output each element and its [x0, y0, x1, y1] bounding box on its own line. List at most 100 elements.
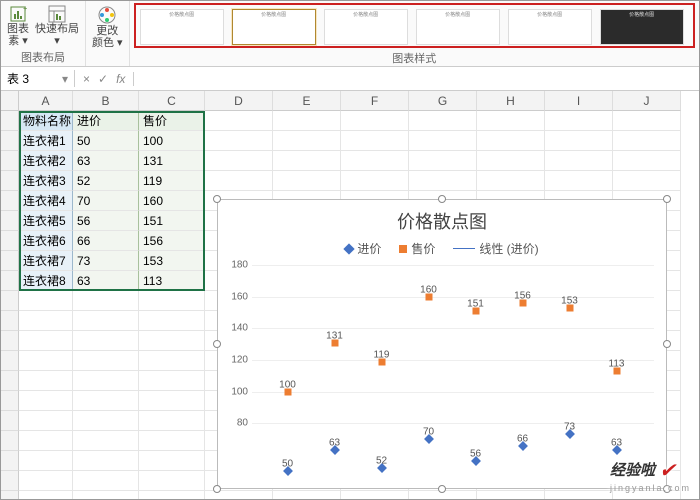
cell[interactable]: 连衣裙3 — [19, 171, 73, 191]
row-header[interactable] — [1, 151, 19, 171]
chart-object[interactable]: 价格散点图 进价 售价 线性 (进价) 18016014012010080506… — [217, 199, 667, 489]
cell[interactable] — [341, 171, 409, 191]
column-header[interactable]: G — [409, 91, 477, 111]
row-header[interactable] — [1, 451, 19, 471]
column-header[interactable]: E — [273, 91, 341, 111]
column-header[interactable]: C — [139, 91, 205, 111]
cell[interactable] — [73, 451, 139, 471]
cell[interactable] — [477, 111, 545, 131]
cell[interactable] — [139, 351, 205, 371]
cell[interactable]: 160 — [139, 191, 205, 211]
cell[interactable] — [273, 111, 341, 131]
cell[interactable] — [73, 471, 139, 491]
cell[interactable] — [273, 131, 341, 151]
row-header[interactable] — [1, 411, 19, 431]
cell[interactable] — [139, 311, 205, 331]
cell[interactable] — [73, 291, 139, 311]
cell[interactable]: 153 — [139, 251, 205, 271]
cell[interactable] — [545, 111, 613, 131]
row-header[interactable] — [1, 331, 19, 351]
cell[interactable] — [409, 171, 477, 191]
cell[interactable] — [477, 171, 545, 191]
cell[interactable] — [545, 171, 613, 191]
cell[interactable]: 连衣裙4 — [19, 191, 73, 211]
cell[interactable] — [19, 411, 73, 431]
cell[interactable] — [409, 151, 477, 171]
column-header[interactable]: F — [341, 91, 409, 111]
cell[interactable] — [205, 171, 273, 191]
cell[interactable]: 70 — [73, 191, 139, 211]
cell[interactable] — [477, 131, 545, 151]
cell[interactable]: 156 — [139, 231, 205, 251]
cell[interactable]: 63 — [73, 271, 139, 291]
cell[interactable]: 售价 — [139, 111, 205, 131]
cell[interactable] — [545, 491, 613, 499]
row-header[interactable] — [1, 371, 19, 391]
row-header[interactable] — [1, 491, 19, 499]
cell[interactable] — [19, 371, 73, 391]
cell[interactable] — [73, 311, 139, 331]
cell[interactable] — [613, 111, 681, 131]
cell[interactable] — [139, 491, 205, 499]
cancel-icon[interactable]: × — [83, 72, 90, 86]
cell[interactable]: 进价 — [73, 111, 139, 131]
cell[interactable]: 113 — [139, 271, 205, 291]
cell[interactable] — [73, 411, 139, 431]
row-header[interactable] — [1, 191, 19, 211]
cell[interactable] — [139, 331, 205, 351]
quick-layout-button[interactable]: 快速布局 ▾ — [35, 5, 79, 47]
cell[interactable]: 连衣裙5 — [19, 211, 73, 231]
column-header[interactable]: H — [477, 91, 545, 111]
cell[interactable] — [139, 471, 205, 491]
cell[interactable] — [139, 391, 205, 411]
cell[interactable]: 连衣裙7 — [19, 251, 73, 271]
cell[interactable]: 连衣裙8 — [19, 271, 73, 291]
row-header[interactable] — [1, 391, 19, 411]
fx-icon[interactable]: fx — [116, 72, 125, 86]
cell[interactable] — [73, 351, 139, 371]
cell[interactable] — [613, 131, 681, 151]
row-header[interactable] — [1, 291, 19, 311]
cell[interactable] — [73, 371, 139, 391]
cell[interactable] — [139, 431, 205, 451]
cell[interactable]: 50 — [73, 131, 139, 151]
chart-style-thumb[interactable]: 价格散点图 — [508, 9, 592, 45]
cell[interactable] — [73, 431, 139, 451]
cell[interactable] — [613, 171, 681, 191]
cell[interactable]: 119 — [139, 171, 205, 191]
name-box[interactable]: 表 3▾ — [1, 70, 75, 87]
cell[interactable]: 63 — [73, 151, 139, 171]
cell[interactable] — [341, 151, 409, 171]
cell[interactable] — [19, 331, 73, 351]
cell[interactable] — [73, 391, 139, 411]
cell[interactable]: 66 — [73, 231, 139, 251]
chevron-down-icon[interactable]: ▾ — [62, 72, 68, 86]
cell[interactable]: 56 — [73, 211, 139, 231]
cell[interactable] — [205, 151, 273, 171]
cell[interactable]: 100 — [139, 131, 205, 151]
chart-style-thumb[interactable]: 价格散点图 — [416, 9, 500, 45]
cell[interactable]: 151 — [139, 211, 205, 231]
chart-legend[interactable]: 进价 售价 线性 (进价) — [218, 240, 666, 257]
row-header[interactable] — [1, 251, 19, 271]
chart-style-thumb[interactable]: 价格散点图 — [232, 9, 316, 45]
cell[interactable] — [73, 331, 139, 351]
column-header[interactable]: A — [19, 91, 73, 111]
row-header[interactable] — [1, 171, 19, 191]
cell[interactable] — [19, 351, 73, 371]
cell[interactable] — [139, 451, 205, 471]
cell[interactable] — [19, 451, 73, 471]
cell[interactable] — [19, 311, 73, 331]
cell[interactable] — [409, 111, 477, 131]
row-header[interactable] — [1, 131, 19, 151]
cell[interactable] — [341, 131, 409, 151]
row-header[interactable] — [1, 111, 19, 131]
cell[interactable] — [19, 391, 73, 411]
cell[interactable] — [341, 111, 409, 131]
cell[interactable] — [73, 491, 139, 499]
cell[interactable] — [545, 131, 613, 151]
cell[interactable]: 连衣裙6 — [19, 231, 73, 251]
cell[interactable]: 73 — [73, 251, 139, 271]
cell[interactable]: 连衣裙2 — [19, 151, 73, 171]
cell[interactable] — [19, 471, 73, 491]
